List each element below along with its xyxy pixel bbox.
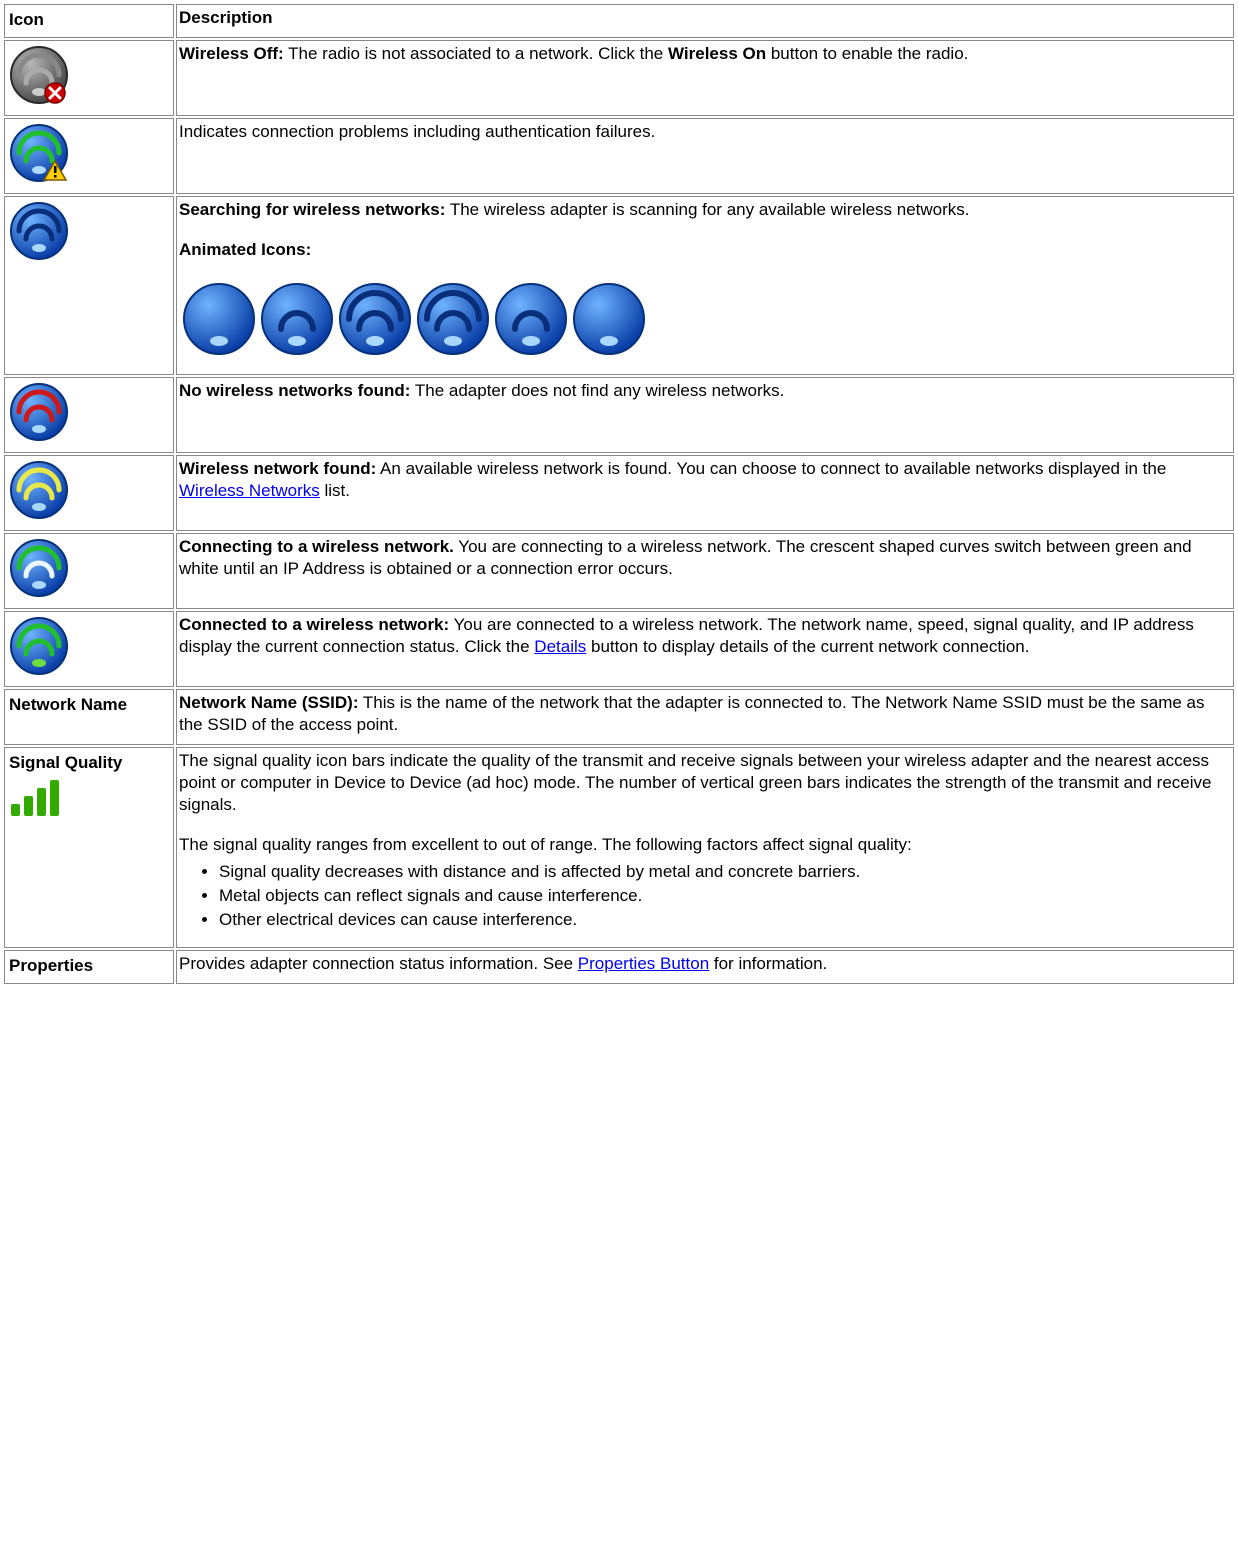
no-networks-icon — [9, 382, 69, 448]
animated-icons-svg — [179, 279, 649, 359]
wireless-off-tail: button to enable the radio. — [766, 44, 968, 63]
row-no-networks: No wireless networks found: The adapter … — [4, 377, 1234, 453]
row-connecting: Connecting to a wireless network. You ar… — [4, 533, 1234, 609]
connected-icon — [9, 616, 69, 682]
cell-wireless-off-desc: Wireless Off: The radio is not associate… — [176, 40, 1234, 116]
cell-signal-quality-label: Signal Quality — [4, 747, 174, 948]
signal-quality-bullet: Other electrical devices can cause inter… — [219, 909, 1229, 931]
network-found-tail: list. — [320, 481, 350, 500]
cell-no-networks-icon — [4, 377, 174, 453]
properties-pre: Provides adapter connection status infor… — [179, 954, 578, 973]
row-network-found: Wireless network found: An available wir… — [4, 455, 1234, 531]
cell-conn-problems-desc: Indicates connection problems including … — [176, 118, 1234, 194]
network-found-text: An available wireless network is found. … — [376, 459, 1166, 478]
row-properties: Properties Provides adapter connection s… — [4, 950, 1234, 984]
row-connected: Connected to a wireless network: You are… — [4, 611, 1234, 687]
cell-network-found-icon — [4, 455, 174, 531]
cell-connected-icon — [4, 611, 174, 687]
header-description-label: Description — [179, 8, 273, 27]
row-network-name: Network Name Network Name (SSID): This i… — [4, 689, 1234, 745]
wireless-on-button-label: Wireless On — [668, 44, 766, 63]
row-signal-quality: Signal Quality The signal quality icon b… — [4, 747, 1234, 948]
cell-connected-desc: Connected to a wireless network: You are… — [176, 611, 1234, 687]
connecting-icon — [9, 538, 69, 604]
network-found-title: Wireless network found: — [179, 459, 376, 478]
animated-icons-label: Animated Icons: — [179, 240, 311, 259]
cell-network-name-label: Network Name — [4, 689, 174, 745]
cell-conn-problems-icon — [4, 118, 174, 194]
cell-signal-quality-desc: The signal quality icon bars indicate th… — [176, 747, 1234, 948]
properties-button-link[interactable]: Properties Button — [578, 954, 709, 973]
searching-icon — [9, 201, 69, 267]
signal-quality-p2: The signal quality ranges from excellent… — [179, 835, 912, 854]
signal-quality-bullet: Metal objects can reflect signals and ca… — [219, 885, 1229, 907]
wireless-off-text: The radio is not associated to a network… — [284, 44, 668, 63]
signal-quality-bullet: Signal quality decreases with distance a… — [219, 861, 1229, 883]
cell-searching-desc: Searching for wireless networks: The wir… — [176, 196, 1234, 374]
row-searching: Searching for wireless networks: The wir… — [4, 196, 1234, 374]
cell-no-networks-desc: No wireless networks found: The adapter … — [176, 377, 1234, 453]
no-networks-text: The adapter does not find any wireless n… — [410, 381, 784, 400]
icon-description-table: Icon Description — [2, 2, 1236, 986]
table-header-row: Icon Description — [4, 4, 1234, 38]
searching-text: The wireless adapter is scanning for any… — [445, 200, 969, 219]
wireless-networks-link[interactable]: Wireless Networks — [179, 481, 320, 500]
cell-connecting-desc: Connecting to a wireless network. You ar… — [176, 533, 1234, 609]
no-networks-title: No wireless networks found: — [179, 381, 410, 400]
row-connection-problems: Indicates connection problems including … — [4, 118, 1234, 194]
animated-icons-row — [179, 279, 1229, 365]
cell-wireless-off-icon — [4, 40, 174, 116]
wireless-off-icon — [9, 45, 69, 111]
cell-properties-desc: Provides adapter connection status infor… — [176, 950, 1234, 984]
properties-tail: for information. — [709, 954, 827, 973]
header-description: Description — [176, 4, 1234, 38]
signal-quality-label: Signal Quality — [9, 753, 122, 772]
header-icon-label: Icon — [9, 10, 44, 29]
cell-searching-icon — [4, 196, 174, 374]
cell-network-name-desc: Network Name (SSID): This is the name of… — [176, 689, 1234, 745]
conn-problems-text: Indicates connection problems including … — [179, 122, 655, 141]
header-icon: Icon — [4, 4, 174, 38]
details-link[interactable]: Details — [534, 637, 586, 656]
connected-title: Connected to a wireless network: — [179, 615, 449, 634]
row-wireless-off: Wireless Off: The radio is not associate… — [4, 40, 1234, 116]
signal-bars-icon — [9, 774, 69, 825]
wireless-off-title: Wireless Off: — [179, 44, 284, 63]
connecting-title: Connecting to a wireless network. — [179, 537, 454, 556]
cell-properties-label: Properties — [4, 950, 174, 984]
connection-problems-icon — [9, 123, 69, 189]
network-name-label: Network Name — [9, 695, 127, 714]
cell-connecting-icon — [4, 533, 174, 609]
network-name-title: Network Name (SSID): — [179, 693, 358, 712]
cell-network-found-desc: Wireless network found: An available wir… — [176, 455, 1234, 531]
searching-title: Searching for wireless networks: — [179, 200, 445, 219]
connected-tail: button to display details of the current… — [586, 637, 1029, 656]
signal-quality-p1: The signal quality icon bars indicate th… — [179, 751, 1211, 814]
signal-quality-bullets: Signal quality decreases with distance a… — [179, 861, 1229, 931]
network-found-icon — [9, 460, 69, 526]
properties-label: Properties — [9, 956, 93, 975]
